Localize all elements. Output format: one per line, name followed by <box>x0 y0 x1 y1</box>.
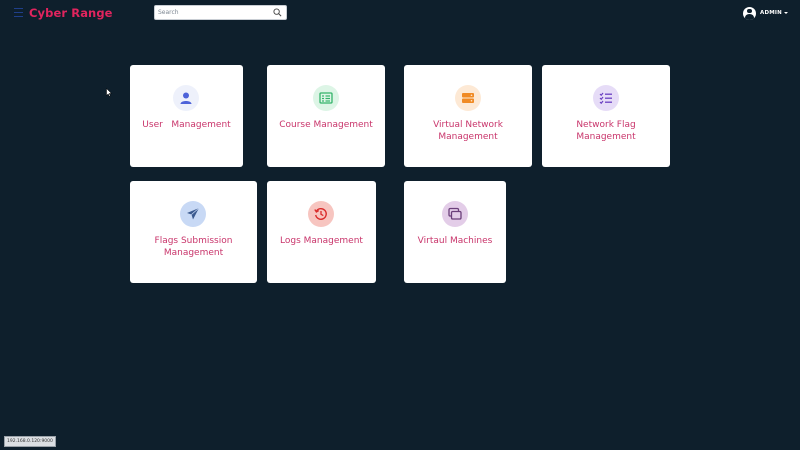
avatar-icon <box>743 6 756 20</box>
card-logs-management[interactable]: Logs Management <box>267 181 376 283</box>
search-icon[interactable] <box>273 8 282 17</box>
card-flags-submission-management[interactable]: Flags Submission Management <box>130 181 257 283</box>
card-virtual-network-management[interactable]: Virtual Network Management <box>404 65 532 167</box>
card-label: Flags Submission Management <box>154 236 233 258</box>
card-user-management[interactable]: User Management <box>130 65 243 167</box>
card-label: Virtual Network Management <box>433 120 503 142</box>
checklist-icon <box>593 85 619 111</box>
card-label: Course Management <box>279 120 373 130</box>
user-icon <box>173 85 199 111</box>
server-icon <box>455 85 481 111</box>
history-icon <box>308 201 334 227</box>
card-label: Network Flag Management <box>576 120 636 142</box>
card-network-flag-management[interactable]: Network Flag Management <box>542 65 670 167</box>
course-list-icon <box>313 85 339 111</box>
user-name: ADMIN <box>760 10 782 16</box>
windows-stack-icon <box>442 201 468 227</box>
chevron-down-icon <box>783 12 788 14</box>
status-bar-url: 192.168.0.120:9000 <box>4 436 56 447</box>
paper-plane-icon <box>180 201 206 227</box>
menu-icon[interactable] <box>14 8 23 17</box>
card-label: User Management <box>142 120 231 130</box>
search-bar <box>154 5 287 20</box>
card-course-management[interactable]: Course Management <box>267 65 385 167</box>
mouse-cursor-icon <box>106 88 112 97</box>
search-input[interactable] <box>158 7 270 18</box>
app-brand[interactable]: Cyber Range <box>29 6 113 20</box>
top-navbar: Cyber Range ADMIN <box>0 0 800 26</box>
card-label: Logs Management <box>280 236 363 246</box>
card-virtual-machines[interactable]: Virtaul Machines <box>404 181 506 283</box>
user-menu[interactable]: ADMIN <box>743 5 788 21</box>
card-label: Virtaul Machines <box>417 236 493 246</box>
